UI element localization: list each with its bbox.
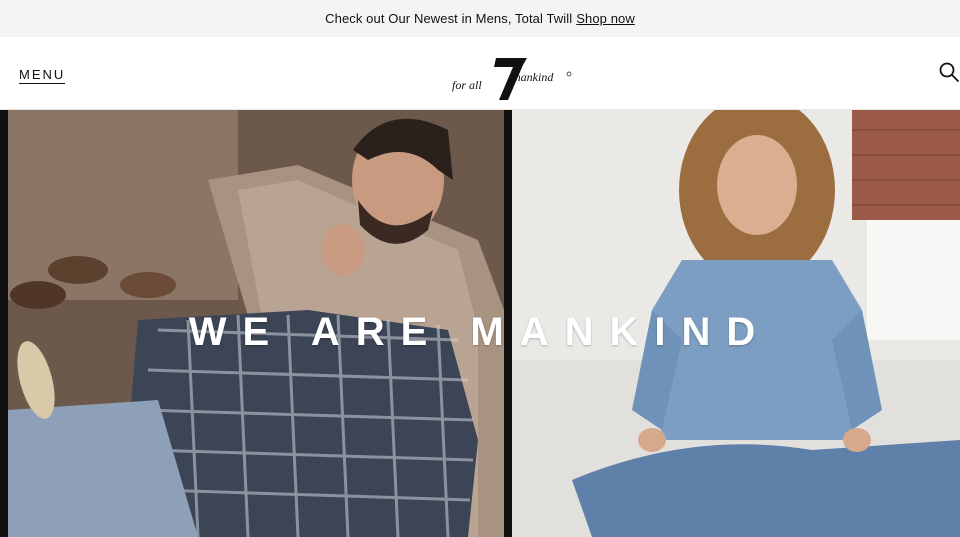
shop-now-link[interactable]: Shop now — [576, 11, 635, 26]
logo[interactable]: for all mankind — [450, 55, 574, 103]
search-icon[interactable] — [938, 61, 960, 83]
hero-headline: WE ARE MANKIND — [188, 310, 772, 354]
hero-banner[interactable]: WE ARE MANKIND — [0, 110, 960, 537]
logo-mark: for all mankind — [452, 58, 572, 100]
menu-button[interactable]: MENU — [19, 67, 66, 84]
promo-bar: Check out Our Newest in Mens, Total Twil… — [0, 0, 960, 37]
site-header: MENU for all mankind — [0, 37, 960, 110]
svg-text:mankind: mankind — [512, 70, 554, 84]
promo-text: Check out Our Newest in Mens, Total Twil… — [325, 11, 573, 26]
svg-text:for all: for all — [452, 78, 482, 92]
